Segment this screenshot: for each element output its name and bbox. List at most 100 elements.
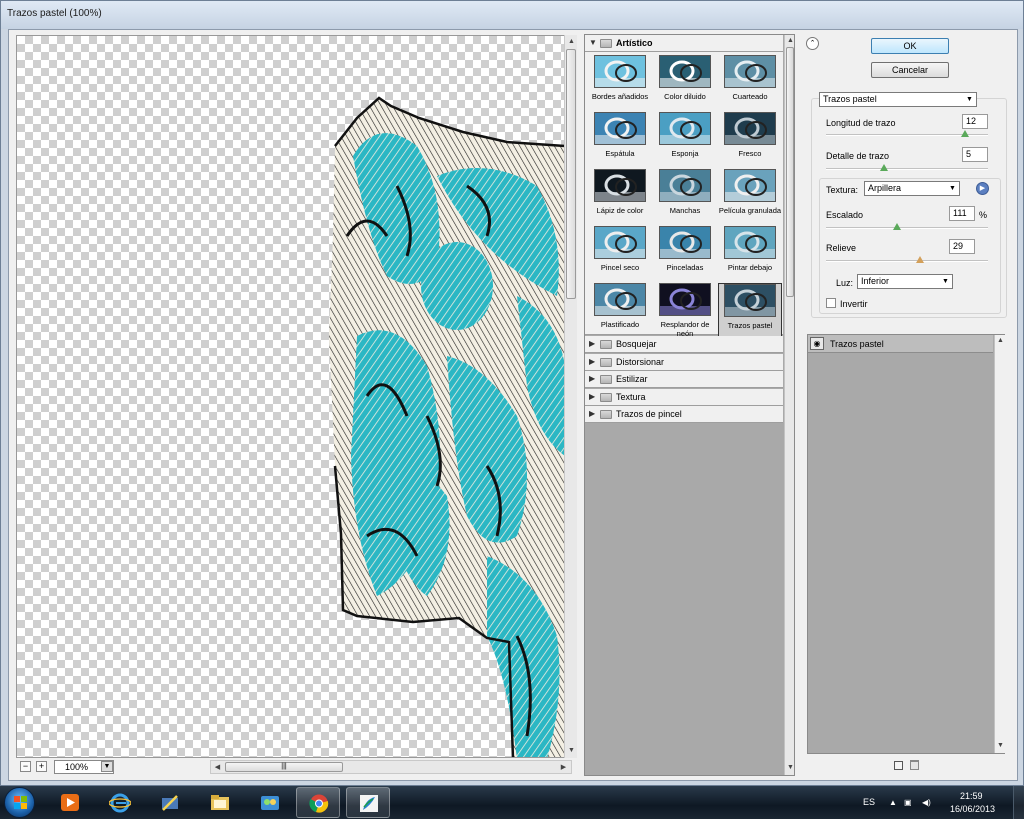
- taskbar-chrome[interactable]: [296, 787, 340, 818]
- preview-vertical-scroll-thumb[interactable]: [566, 49, 576, 299]
- category-distorsionar[interactable]: ▶ Distorsionar: [585, 353, 783, 371]
- relief-slider-thumb[interactable]: [915, 256, 924, 263]
- category-textura[interactable]: ▶ Textura: [585, 388, 783, 406]
- filter-thumb-lapiz-de-color[interactable]: Lápiz de color: [588, 169, 652, 225]
- filter-thumb-resplandor-de-neon[interactable]: Resplandor de neón: [653, 283, 717, 339]
- texture-select[interactable]: Arpillera ▼: [864, 181, 960, 196]
- eye-icon[interactable]: ◉: [810, 337, 824, 350]
- taskbar-app-5[interactable]: [248, 787, 292, 818]
- filter-select[interactable]: Trazos pastel ▼: [819, 92, 977, 107]
- filter-thumb-label: Cuarteado: [732, 92, 768, 101]
- preview-horizontal-scroll-thumb[interactable]: |||: [225, 762, 343, 772]
- trash-icon[interactable]: [910, 760, 919, 770]
- expanded-triangle-icon: ▼: [589, 38, 597, 47]
- network-icon[interactable]: ▣: [904, 798, 912, 807]
- scroll-up-arrow-icon[interactable]: ▲: [785, 35, 794, 46]
- network-tool-icon: [162, 795, 178, 811]
- scroll-down-arrow-icon[interactable]: ▼: [995, 740, 1006, 751]
- start-button[interactable]: [4, 787, 35, 818]
- filter-preview-icon: [659, 112, 711, 145]
- stroke-detail-input[interactable]: 5: [962, 147, 988, 162]
- preview-horizontal-scrollbar[interactable]: ◀ ||| ▶: [210, 760, 572, 774]
- zoom-out-button[interactable]: −: [20, 761, 31, 772]
- filter-preview-icon: [659, 169, 711, 202]
- scaling-input[interactable]: 111: [949, 206, 975, 221]
- preview-image: [329, 96, 566, 757]
- filter-thumb-label: Pinceladas: [666, 263, 704, 272]
- stroke-length-slider-thumb[interactable]: [961, 130, 970, 137]
- filter-preview-icon: [724, 284, 776, 317]
- filter-thumb-label: Plastificado: [600, 320, 640, 329]
- filter-thumb-pelicula-granulada[interactable]: Película granulada: [718, 169, 782, 225]
- folder-icon: [211, 795, 229, 810]
- gallery-scrollbar[interactable]: ▲ ▼: [784, 35, 794, 775]
- taskbar-app-3[interactable]: [148, 787, 192, 818]
- filter-thumb-fresco[interactable]: Fresco: [718, 112, 782, 168]
- scaling-slider[interactable]: [826, 227, 988, 229]
- show-hidden-icons-icon[interactable]: ▲: [889, 798, 897, 807]
- folder-icon: [600, 39, 612, 48]
- show-desktop-button[interactable]: [1013, 786, 1024, 819]
- scroll-down-arrow-icon[interactable]: ▼: [566, 745, 577, 756]
- layers-scrollbar[interactable]: ▲ ▼: [994, 335, 1005, 753]
- scaling-label: Escalado: [826, 210, 864, 220]
- filter-thumb-pintar-debajo[interactable]: Pintar debajo: [718, 226, 782, 282]
- filter-thumb-color-diluido[interactable]: Color diluido: [653, 55, 717, 111]
- taskbar-explorer[interactable]: [198, 787, 242, 818]
- scroll-left-arrow-icon[interactable]: ◀: [212, 762, 223, 773]
- filter-thumb-plastificado[interactable]: Plastificado: [588, 283, 652, 339]
- new-effect-layer-icon[interactable]: [894, 761, 903, 770]
- stroke-detail-slider-thumb[interactable]: [880, 164, 889, 171]
- users-icon: [261, 796, 279, 810]
- scroll-up-arrow-icon[interactable]: ▲: [995, 335, 1006, 346]
- cancel-button[interactable]: Cancelar: [871, 62, 949, 78]
- collapsed-triangle-icon: ▶: [589, 409, 596, 418]
- filter-thumb-pincel-seco[interactable]: Pincel seco: [588, 226, 652, 282]
- clock-time[interactable]: 21:59: [960, 791, 983, 801]
- scroll-up-arrow-icon[interactable]: ▲: [566, 36, 577, 47]
- filter-thumb-bordes-anadidos[interactable]: Bordes añadidos: [588, 55, 652, 111]
- clock-date[interactable]: 16/06/2013: [950, 804, 995, 814]
- filter-preview-icon: [594, 283, 646, 316]
- filter-gallery-panel: ▼ Artístico Bordes añadidos Color diluido…: [584, 34, 795, 776]
- title-bar[interactable]: Trazos pastel (100%): [1, 1, 1023, 29]
- scroll-right-arrow-icon[interactable]: ▶: [558, 762, 569, 773]
- filter-thumb-trazos-pastel[interactable]: Trazos pastel: [718, 283, 782, 339]
- filter-thumb-espatula[interactable]: Espátula: [588, 112, 652, 168]
- light-select[interactable]: Inferior ▼: [857, 274, 953, 289]
- arrow-right-circle-icon[interactable]: ▶: [976, 182, 989, 195]
- preview-vertical-scrollbar[interactable]: ▲ ▼: [564, 35, 577, 758]
- effect-layer-row[interactable]: ◉ Trazos pastel: [808, 335, 993, 353]
- scaling-slider-thumb[interactable]: [893, 223, 902, 230]
- relief-slider[interactable]: [826, 260, 988, 262]
- zoom-in-button[interactable]: +: [36, 761, 47, 772]
- filter-preview-icon: [659, 55, 711, 88]
- taskbar-media-player[interactable]: [48, 787, 92, 818]
- invert-checkbox[interactable]: [826, 298, 836, 308]
- feather-icon: [360, 795, 378, 812]
- zoom-dropdown-button[interactable]: ▼: [101, 761, 113, 772]
- filter-thumb-esponja[interactable]: Esponja: [653, 112, 717, 168]
- category-artistico[interactable]: ▼ Artístico: [585, 35, 783, 52]
- folder-icon: [600, 410, 612, 419]
- gallery-scroll-thumb[interactable]: [786, 47, 794, 297]
- filter-thumb-cuarteado[interactable]: Cuarteado: [718, 55, 782, 111]
- relief-input[interactable]: 29: [949, 239, 975, 254]
- stroke-detail-slider[interactable]: [826, 168, 988, 170]
- stroke-length-input[interactable]: 12: [962, 114, 988, 129]
- filter-thumb-manchas[interactable]: Manchas: [653, 169, 717, 225]
- language-indicator[interactable]: ES: [863, 797, 875, 807]
- category-bosquejar[interactable]: ▶ Bosquejar: [585, 336, 783, 353]
- preview-canvas[interactable]: [16, 35, 572, 758]
- taskbar-internet-explorer[interactable]: [98, 787, 142, 818]
- preview-footer: − + 100% ▼ ◀ ||| ▶: [16, 758, 578, 776]
- taskbar-photoshop[interactable]: [346, 787, 390, 818]
- category-trazos-de-pincel[interactable]: ▶ Trazos de pincel: [585, 406, 783, 423]
- invert-label: Invertir: [840, 299, 868, 309]
- double-chevron-up-icon[interactable]: ⌃: [806, 37, 819, 50]
- scroll-down-arrow-icon[interactable]: ▼: [785, 762, 794, 773]
- ok-button[interactable]: OK: [871, 38, 949, 54]
- category-estilizar[interactable]: ▶ Estilizar: [585, 371, 783, 388]
- volume-icon[interactable]: ◀): [922, 798, 931, 807]
- filter-thumb-pinceladas[interactable]: Pinceladas: [653, 226, 717, 282]
